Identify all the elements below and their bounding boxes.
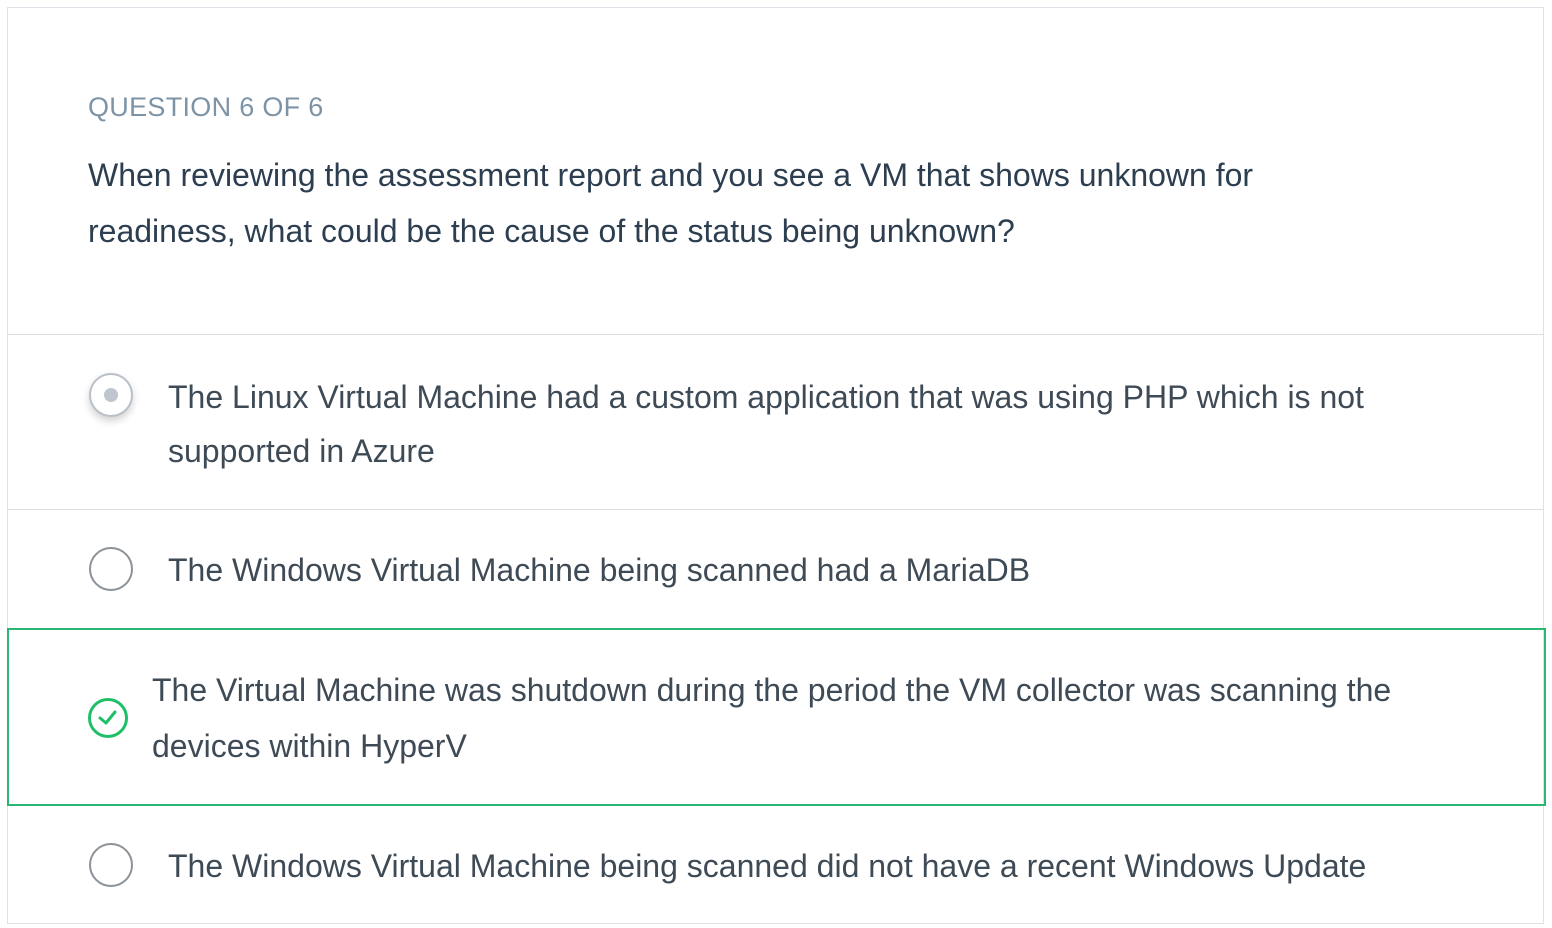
- question-block: QUESTION 6 OF 6 When reviewing the asses…: [8, 8, 1543, 335]
- answer-option-label: The Virtual Machine was shutdown during …: [152, 672, 1392, 764]
- answer-option-4[interactable]: The Windows Virtual Machine being scanne…: [8, 806, 1543, 925]
- answer-option-label: The Windows Virtual Machine being scanne…: [168, 848, 1367, 884]
- quiz-card: QUESTION 6 OF 6 When reviewing the asses…: [7, 7, 1546, 925]
- answer-option-label: The Windows Virtual Machine being scanne…: [168, 552, 1031, 588]
- answer-option-label: The Linux Virtual Machine had a custom a…: [168, 379, 1364, 469]
- check-circle-icon: [88, 698, 128, 738]
- answer-option-3[interactable]: The Virtual Machine was shutdown during …: [7, 628, 1546, 806]
- radio-hover-dot: [104, 388, 118, 402]
- radio-circle-icon[interactable]: [89, 843, 133, 887]
- question-counter: QUESTION 6 OF 6: [88, 92, 324, 122]
- question-text: When reviewing the assessment report and…: [88, 157, 1254, 249]
- answer-option-1[interactable]: The Linux Virtual Machine had a custom a…: [8, 335, 1543, 510]
- radio-circle-icon[interactable]: [89, 373, 133, 417]
- checkmark-icon: [98, 710, 117, 725]
- radio-circle-icon[interactable]: [89, 547, 133, 591]
- answer-option-2[interactable]: The Windows Virtual Machine being scanne…: [8, 510, 1543, 629]
